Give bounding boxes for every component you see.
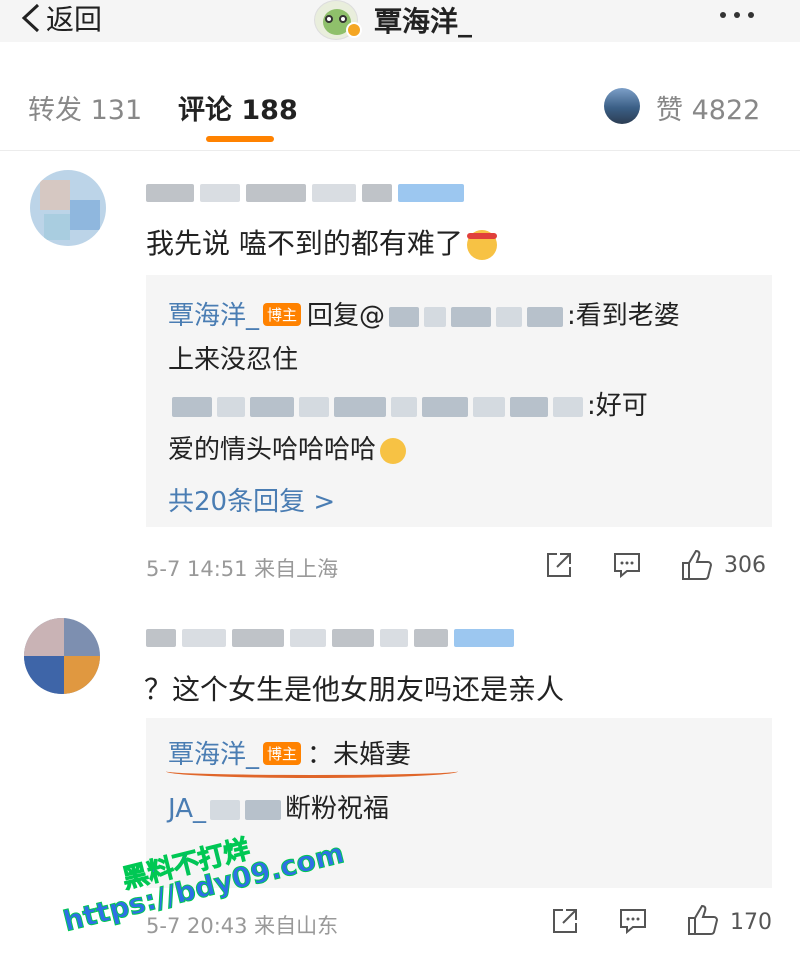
- profile-title[interactable]: 覃海洋_: [314, 0, 472, 40]
- like-count: 170: [730, 910, 772, 935]
- like-button[interactable]: [680, 548, 714, 582]
- like-count: 306: [724, 553, 766, 578]
- share-button[interactable]: [544, 550, 574, 580]
- comment-icon: [620, 909, 646, 935]
- more-options-button[interactable]: [720, 12, 754, 18]
- thumbs-up-icon: [688, 904, 719, 935]
- reply-author[interactable]: 覃海洋_: [168, 740, 259, 770]
- dot-icon: [734, 12, 740, 18]
- dot-icon: [748, 12, 754, 18]
- tab-comment[interactable]: 评论 188: [178, 88, 298, 127]
- share-icon: [553, 909, 577, 933]
- commenter-avatar[interactable]: [24, 618, 100, 694]
- verified-badge-icon: [346, 22, 362, 38]
- reply-text: ：未婚妻: [307, 740, 412, 770]
- reply-line-2: JA_ 断粉祝福: [168, 788, 389, 825]
- tab-like[interactable]: 赞 4822: [656, 88, 760, 127]
- back-button[interactable]: 返回: [20, 0, 102, 36]
- author-tag: 博主: [263, 303, 302, 326]
- active-tab-indicator: [206, 136, 274, 142]
- reply-line-2-cont: 爱的情头哈哈哈哈: [168, 429, 407, 466]
- reply-prefix: 回复@: [307, 301, 386, 331]
- chevron-left-icon: [21, 3, 40, 33]
- replier-name-blurred[interactable]: [172, 396, 583, 417]
- reply-line-1: 覃海洋_ 博主 ：未婚妻: [168, 734, 411, 771]
- reply-text: 断粉祝福: [285, 794, 390, 824]
- reply-line-2: :好可: [168, 385, 648, 422]
- mention-blurred[interactable]: [389, 306, 564, 327]
- tab-bar: 转发 131 评论 188 赞 4822: [0, 60, 800, 150]
- back-label: 返回: [46, 3, 103, 36]
- emoji-icon: [380, 437, 407, 464]
- liker-avatar[interactable]: [604, 88, 640, 124]
- reply-button[interactable]: [618, 906, 648, 936]
- thumbs-up-icon: [682, 549, 713, 580]
- page-title: 覃海洋_: [374, 5, 473, 38]
- reply-text-cont: 上来没忍住: [168, 345, 299, 375]
- reply-preview-box[interactable]: 覃海洋_ 博主 ：未婚妻 JA_ 断粉祝福: [146, 718, 772, 888]
- divider: [0, 150, 800, 151]
- comment-meta: 5-7 14:51 来自上海: [146, 557, 339, 581]
- author-tag: 博主: [263, 742, 302, 765]
- share-icon: [547, 553, 571, 577]
- tab-repost[interactable]: 转发 131: [28, 88, 142, 127]
- top-nav: 返回 覃海洋_: [0, 0, 800, 42]
- emoji-icon: [466, 230, 497, 260]
- comment-meta: 5-7 20:43 来自山东: [146, 914, 339, 938]
- reply-author[interactable]: 覃海洋_: [168, 301, 259, 331]
- comment-icon: [614, 553, 640, 579]
- reply-text-cont: 爱的情头哈哈哈哈: [168, 435, 377, 465]
- reply-line-1: 覃海洋_ 博主 回复@ :看到老婆: [168, 295, 680, 332]
- comment-text: ？这个女生是他女朋友吗还是亲人: [144, 673, 565, 706]
- reply-preview-box[interactable]: 覃海洋_ 博主 回复@ :看到老婆 上来没忍住 :好可 爱的情头哈哈哈哈 共20条回复…: [146, 275, 772, 527]
- commenter-name-blurred[interactable]: [146, 182, 464, 204]
- dot-icon: [720, 12, 726, 18]
- reply-text: :看到老婆: [567, 301, 680, 331]
- reply-button[interactable]: [612, 550, 642, 580]
- commenter-avatar[interactable]: [30, 170, 106, 246]
- commenter-name-blurred[interactable]: [146, 627, 514, 649]
- replier-name[interactable]: JA_: [168, 794, 206, 824]
- view-more-replies-link[interactable]: 共20条回复 >: [168, 481, 335, 518]
- comment-text: 我先说 嗑不到的都有难了: [146, 222, 497, 262]
- share-button[interactable]: [550, 906, 580, 936]
- comment-body: 我先说 嗑不到的都有难了: [146, 227, 463, 260]
- like-button[interactable]: [686, 903, 720, 937]
- reply-text: :好可: [587, 391, 648, 421]
- replier-name-blurred[interactable]: [210, 799, 281, 820]
